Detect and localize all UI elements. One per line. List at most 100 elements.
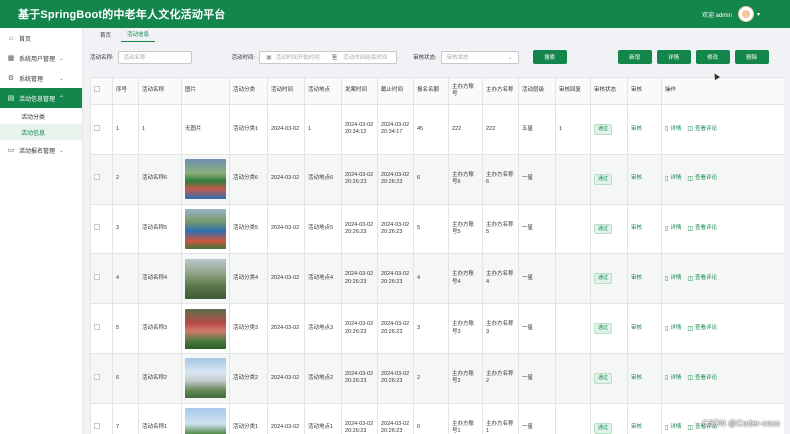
- activity-thumbnail[interactable]: [185, 258, 226, 299]
- table-row[interactable]: 4 活动名称4 活动分类4 2024-03-02 活动地点4 2024-03-0…: [90, 253, 784, 305]
- add-button[interactable]: 新增: [617, 50, 652, 64]
- row-detail-button[interactable]: ▯ 详情: [665, 424, 681, 432]
- table-row[interactable]: 7 活动名称1 活动分类1 2024-03-02 活动地点1 2024-03-0…: [90, 402, 784, 434]
- detail-button[interactable]: 详情: [656, 50, 691, 64]
- cell-place: 1: [304, 104, 342, 155]
- audit-link[interactable]: 审核: [631, 375, 642, 381]
- doc-icon: ▤: [7, 95, 15, 102]
- cell-name: 活动名称2: [138, 352, 182, 404]
- sidebar-item-system[interactable]: ⚙ 系统管理 ⌄: [0, 68, 82, 88]
- grid-icon: ▦: [7, 55, 15, 62]
- table-row[interactable]: 1 1 无图片 活动分类1 2024-03-02 1 2024-03-02 20…: [90, 104, 784, 155]
- tab-activity-info[interactable]: 活动信息: [121, 27, 156, 42]
- activity-thumbnail[interactable]: [185, 408, 226, 434]
- checkbox[interactable]: [94, 174, 100, 181]
- cell-time: 2024-03-02: [267, 153, 305, 205]
- table-row[interactable]: 6 活动名称2 活动分类2 2024-03-02 活动地点2 2024-03-0…: [90, 352, 784, 404]
- activity-thumbnail[interactable]: [185, 159, 226, 200]
- chevron-down-icon[interactable]: ▾: [757, 11, 760, 18]
- checkbox[interactable]: [94, 423, 100, 430]
- cell-org-account: 主办方账号4: [448, 253, 483, 305]
- cell-category: 活动分类1: [229, 402, 268, 434]
- audit-link[interactable]: 审核: [631, 126, 642, 132]
- row-comments-button[interactable]: ◫ 查看评论: [687, 374, 717, 382]
- row-comments-button[interactable]: ◫ 查看评论: [687, 275, 717, 283]
- table-row[interactable]: 5 活动名称3 活动分类3 2024-03-02 活动地点3 2024-03-0…: [90, 303, 784, 354]
- edit-button[interactable]: 修改: [695, 50, 730, 64]
- cell-place: 活动地点3: [304, 303, 342, 354]
- audit-link[interactable]: 审核: [631, 424, 642, 430]
- cell-time: 2024-03-02: [267, 402, 305, 434]
- column-header: 序号: [112, 77, 139, 105]
- cell-level: 一星: [518, 352, 556, 404]
- sidebar-item-users[interactable]: ▦ 系统用户管理 ⌄: [0, 48, 82, 68]
- checkbox[interactable]: [94, 224, 100, 231]
- cell-name: 活动名称5: [138, 203, 182, 255]
- row-detail-button[interactable]: ▯ 详情: [665, 275, 681, 283]
- sidebar-item-label: 活动报名管理: [19, 148, 56, 155]
- audit-link[interactable]: 审核: [631, 225, 642, 231]
- cell-deadline: 2024-03-02 20:26:23: [377, 203, 414, 255]
- status-badge: 通过: [594, 373, 613, 384]
- lock-icon: ◫: [687, 375, 693, 382]
- date-range-input[interactable]: ▣ 活动时间开始时间 至 活动时间结束时间: [259, 50, 398, 64]
- name-input[interactable]: 活动名称: [117, 50, 192, 64]
- activity-thumbnail[interactable]: [185, 308, 226, 349]
- row-detail-button[interactable]: ▯ 详情: [665, 225, 681, 233]
- cell-deadline: 2024-03-02 20:34:17: [377, 104, 414, 155]
- cell-place: 活动地点2: [304, 352, 342, 404]
- sidebar-item-home[interactable]: ⌂ 首页: [0, 28, 82, 48]
- checkbox[interactable]: [94, 124, 100, 131]
- row-comments-button[interactable]: ◫ 查看评论: [687, 325, 717, 333]
- activity-thumbnail[interactable]: [185, 358, 226, 399]
- cell-publish: 2024-03-02 20:26:23: [341, 352, 378, 404]
- cell-category: 活动分类2: [229, 352, 268, 404]
- document-icon: ▯: [665, 126, 669, 133]
- avatar[interactable]: [737, 6, 754, 22]
- lock-icon: ◫: [687, 325, 693, 332]
- row-detail-button[interactable]: ▯ 详情: [665, 125, 681, 133]
- lock-icon: ◫: [687, 225, 693, 232]
- cell-category: 活动分类4: [229, 253, 268, 305]
- row-detail-button[interactable]: ▯ 详情: [665, 325, 681, 333]
- cell-org-account: 主办方账号5: [448, 203, 483, 255]
- row-detail-button[interactable]: ▯ 详情: [665, 374, 681, 382]
- user-menu[interactable]: 欢迎 admin ▾: [702, 0, 760, 28]
- row-comments-button[interactable]: ◫ 查看评论: [687, 125, 717, 133]
- end-date-field[interactable]: 活动时间结束时间: [343, 53, 387, 61]
- table-row[interactable]: 2 活动名称6 活动分类6 2024-03-02 活动地点6 2024-03-0…: [90, 153, 784, 205]
- audit-link[interactable]: 审核: [631, 175, 642, 181]
- search-button[interactable]: 搜索: [532, 50, 567, 64]
- document-icon: ▯: [665, 425, 669, 432]
- checkbox[interactable]: [94, 373, 100, 380]
- delete-button[interactable]: 删除: [734, 50, 769, 64]
- sidebar-subitem-category[interactable]: 活动分类: [0, 108, 82, 124]
- table-row[interactable]: 3 活动名称5 活动分类5 2024-03-02 活动地点5 2024-03-0…: [90, 203, 784, 255]
- select-all-cell[interactable]: [90, 77, 113, 105]
- sidebar-subitem-activity[interactable]: 活动信息: [0, 124, 82, 140]
- column-header: 发案时间: [341, 77, 378, 105]
- checkbox[interactable]: [94, 86, 100, 93]
- status-badge: 通过: [594, 173, 613, 185]
- row-comments-button[interactable]: ◫ 查看评论: [687, 175, 717, 183]
- audit-link[interactable]: 审核: [631, 275, 642, 281]
- status-select[interactable]: 审核状态 ⌄: [440, 50, 519, 64]
- sidebar-item-signup[interactable]: ▭ 活动报名管理 ⌄: [0, 140, 82, 160]
- checkbox[interactable]: [94, 274, 100, 281]
- cell-publish: 2024-03-02 20:26:23: [341, 253, 378, 305]
- column-header: 截止时间: [377, 77, 414, 105]
- cell-category: 活动分类5: [229, 203, 268, 255]
- column-header: 主办方账号: [448, 77, 483, 105]
- range-separator: 至: [331, 55, 338, 61]
- activity-thumbnail[interactable]: [185, 208, 226, 249]
- cell-image: [181, 203, 230, 255]
- status-badge: 通过: [594, 422, 613, 434]
- cell-level: 一星: [518, 153, 556, 205]
- tab-home[interactable]: 首页: [94, 28, 117, 42]
- checkbox[interactable]: [94, 323, 100, 330]
- row-detail-button[interactable]: ▯ 详情: [665, 175, 681, 183]
- start-date-field[interactable]: 活动时间开始时间: [276, 53, 326, 61]
- sidebar-item-activity-info[interactable]: ▤ 活动信息管理 ⌃: [0, 88, 82, 108]
- audit-link[interactable]: 审核: [631, 325, 642, 331]
- row-comments-button[interactable]: ◫ 查看评论: [687, 225, 717, 233]
